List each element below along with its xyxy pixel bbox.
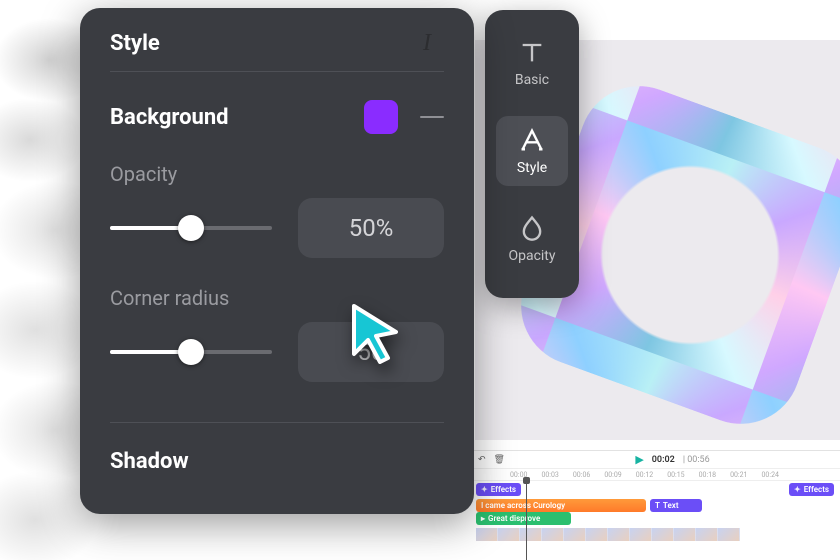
corner-radius-slider[interactable] bbox=[110, 339, 272, 365]
timeline[interactable]: ↶ 🗑 ▶ 00:02 | 00:56 00:0000:0300:0600:09… bbox=[470, 450, 840, 560]
corner-radius-label: Corner radius bbox=[110, 286, 444, 310]
droplet-icon bbox=[518, 214, 546, 242]
trash-icon[interactable]: 🗑 bbox=[494, 455, 505, 465]
text-icon bbox=[518, 38, 546, 66]
playhead[interactable] bbox=[526, 481, 527, 560]
video-track[interactable] bbox=[476, 528, 834, 541]
opacity-slider[interactable] bbox=[110, 215, 272, 241]
rail-style[interactable]: Style bbox=[496, 116, 568, 186]
shadow-label: Shadow bbox=[110, 449, 189, 474]
style-panel: Style I Background Opacity 50% Corner ra… bbox=[80, 8, 474, 514]
text-clip[interactable]: TText bbox=[650, 499, 702, 512]
rail-opacity[interactable]: Opacity bbox=[496, 204, 568, 274]
playhead-time: 00:02 bbox=[652, 455, 675, 465]
rail-label: Basic bbox=[515, 72, 549, 88]
background-label: Background bbox=[110, 105, 229, 130]
background-color-swatch[interactable] bbox=[364, 100, 398, 134]
opacity-label: Opacity bbox=[110, 162, 444, 186]
rail-label: Style bbox=[517, 160, 547, 176]
rail-label: Opacity bbox=[508, 248, 555, 264]
remove-icon[interactable] bbox=[420, 116, 444, 119]
timeline-tracks[interactable]: ✦Effects ✦Effects I came across Curology… bbox=[470, 481, 840, 543]
background-header: Background bbox=[110, 100, 444, 134]
caption-clip[interactable]: I came across Curology bbox=[476, 499, 646, 512]
style-a-icon bbox=[518, 126, 546, 154]
effects-chip[interactable]: ✦Effects bbox=[476, 483, 521, 496]
undo-icon[interactable]: ↶ bbox=[478, 455, 486, 465]
text-tool-rail: Basic Style Opacity bbox=[485, 10, 579, 298]
timeline-toolbar: ↶ 🗑 ▶ 00:02 | 00:56 bbox=[470, 451, 840, 469]
style-section-header: Style I bbox=[110, 30, 444, 72]
corner-radius-value-input[interactable]: 50 bbox=[298, 322, 444, 382]
audio-clip[interactable]: ▸Great disprove bbox=[476, 512, 571, 525]
opacity-value-input[interactable]: 50% bbox=[298, 198, 444, 258]
rail-basic[interactable]: Basic bbox=[496, 28, 568, 98]
italic-toggle[interactable]: I bbox=[410, 30, 444, 57]
shadow-header: Shadow bbox=[110, 449, 444, 474]
play-icon[interactable]: ▶ bbox=[635, 453, 643, 466]
effects-chip[interactable]: ✦Effects bbox=[789, 483, 834, 496]
panel-title: Style bbox=[110, 31, 160, 56]
total-duration: | 00:56 bbox=[683, 455, 710, 465]
